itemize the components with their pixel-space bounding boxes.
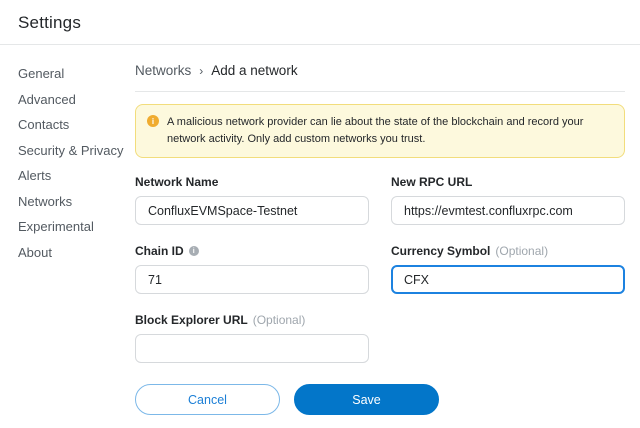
chain-id-info-icon[interactable]: i <box>189 246 199 256</box>
sidebar-item-advanced[interactable]: Advanced <box>18 93 135 106</box>
rpc-url-label: New RPC URL <box>391 175 472 189</box>
network-name-input[interactable] <box>135 196 369 225</box>
sidebar-item-about[interactable]: About <box>18 246 135 259</box>
currency-symbol-field-group: Currency Symbol (Optional) <box>391 244 625 294</box>
rpc-url-input[interactable] <box>391 196 625 225</box>
chain-id-label: Chain ID <box>135 244 184 258</box>
breadcrumb: Networks › Add a network <box>135 63 625 92</box>
form-actions: Cancel Save <box>135 384 625 415</box>
sidebar-item-general[interactable]: General <box>18 67 135 80</box>
save-button[interactable]: Save <box>294 384 439 415</box>
breadcrumb-current-page: Add a network <box>211 63 297 78</box>
malicious-network-warning-banner: i A malicious network provider can lie a… <box>135 104 625 158</box>
block-explorer-field-group: Block Explorer URL (Optional) <box>135 313 369 363</box>
currency-symbol-label: Currency Symbol <box>391 244 490 258</box>
sidebar-item-networks[interactable]: Networks <box>18 195 135 208</box>
settings-content: Networks › Add a network i A malicious n… <box>135 45 640 428</box>
warning-text: A malicious network provider can lie abo… <box>167 114 612 148</box>
chain-id-field-group: Chain ID i <box>135 244 369 294</box>
sidebar-item-experimental[interactable]: Experimental <box>18 220 135 233</box>
info-icon: i <box>147 115 159 127</box>
settings-window: Settings General Advanced Contacts Secur… <box>0 0 640 428</box>
settings-sidebar: General Advanced Contacts Security & Pri… <box>0 45 135 428</box>
chevron-right-icon: › <box>199 64 203 78</box>
currency-symbol-optional-tag: (Optional) <box>495 244 548 258</box>
block-explorer-input[interactable] <box>135 334 369 363</box>
currency-symbol-input[interactable] <box>391 265 625 294</box>
cancel-button[interactable]: Cancel <box>135 384 280 415</box>
sidebar-item-contacts[interactable]: Contacts <box>18 118 135 131</box>
sidebar-item-security[interactable]: Security & Privacy <box>18 144 135 157</box>
chain-id-input[interactable] <box>135 265 369 294</box>
breadcrumb-networks-link[interactable]: Networks <box>135 63 191 78</box>
add-network-form: Network Name New RPC URL Chain ID i <box>135 175 625 363</box>
grid-spacer <box>391 313 625 363</box>
block-explorer-label: Block Explorer URL <box>135 313 248 327</box>
block-explorer-optional-tag: (Optional) <box>253 313 306 327</box>
settings-header: Settings <box>0 0 640 45</box>
sidebar-item-alerts[interactable]: Alerts <box>18 169 135 182</box>
page-title: Settings <box>18 13 81 32</box>
network-name-field-group: Network Name <box>135 175 369 225</box>
rpc-url-field-group: New RPC URL <box>391 175 625 225</box>
network-name-label: Network Name <box>135 175 218 189</box>
